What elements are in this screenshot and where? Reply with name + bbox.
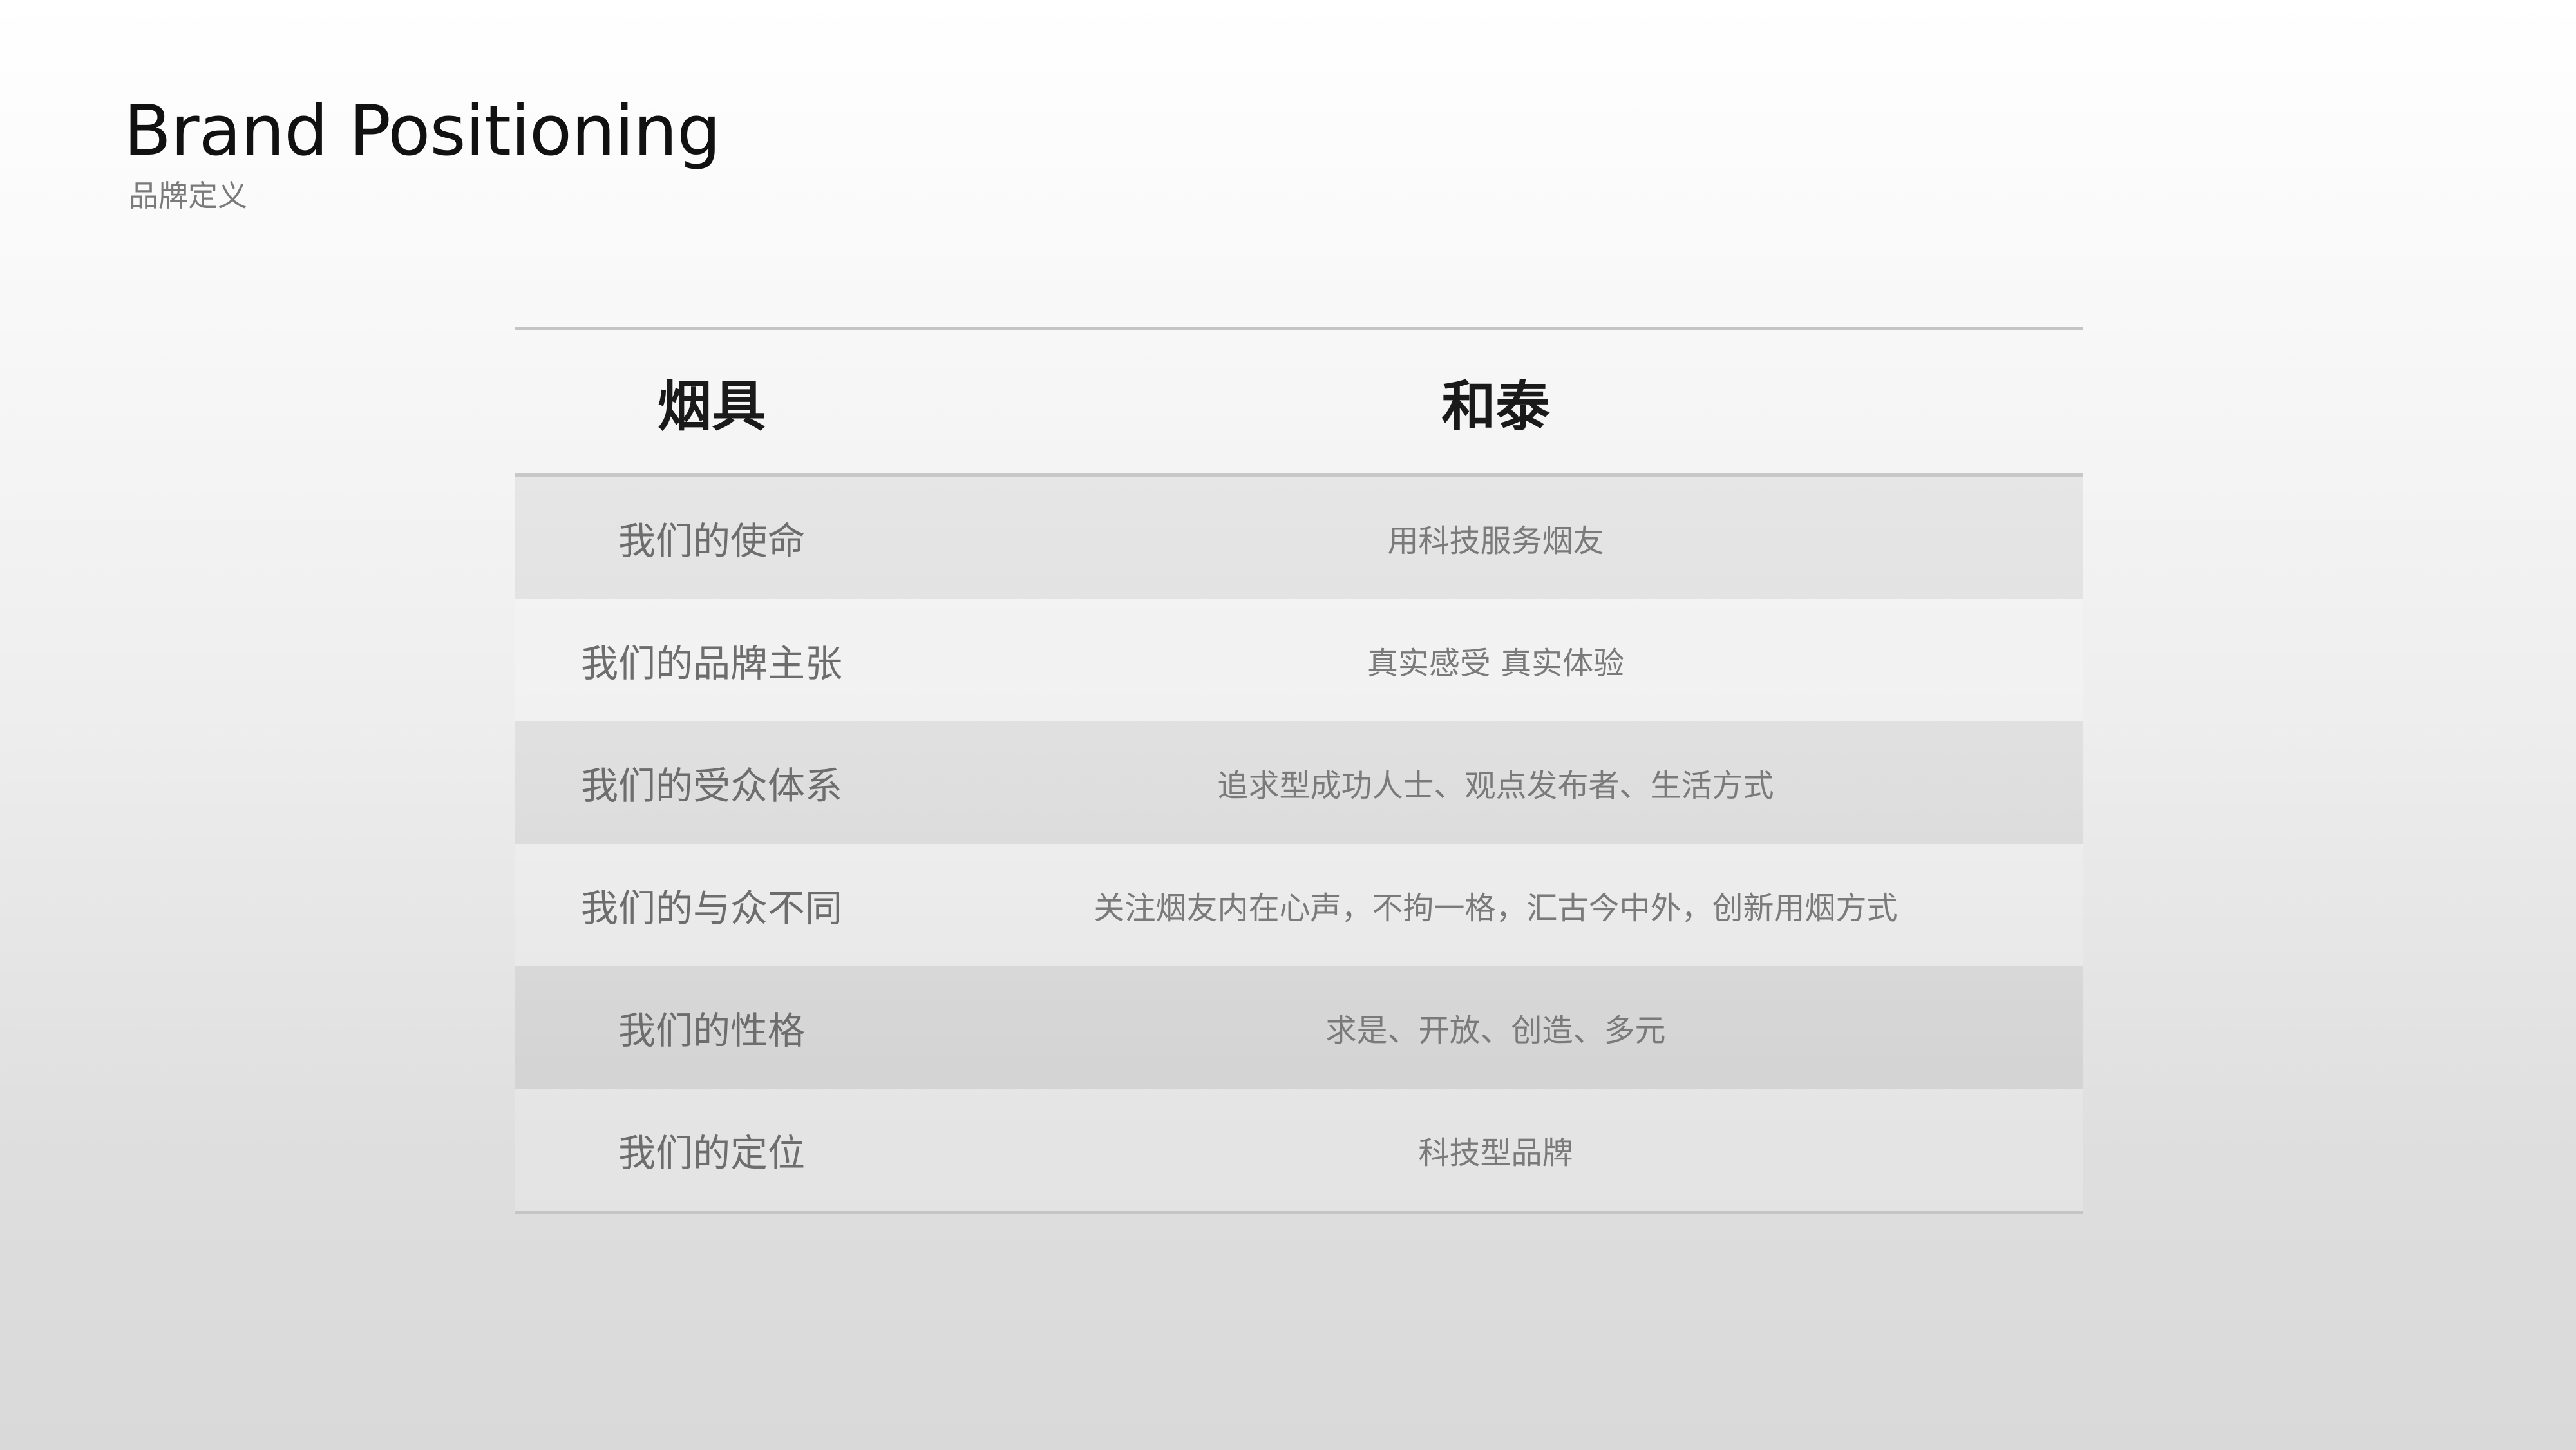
table-row: 我们的使命 用科技服务烟友	[515, 477, 2083, 599]
row-label: 我们的受众体系	[580, 764, 842, 808]
row-value: 追求型成功人士、观点发布者、生活方式	[1217, 768, 1774, 804]
table-row: 我们的品牌主张 真实感受 真实体验	[515, 599, 2083, 721]
row-value: 关注烟友内在心声，不拘一格，汇古今中外，创新用烟方式	[1094, 890, 1898, 926]
header-left: 烟具	[657, 374, 766, 438]
row-label: 我们的使命	[618, 519, 805, 563]
table-row: 我们的受众体系 追求型成功人士、观点发布者、生活方式	[515, 721, 2083, 844]
row-label: 我们的品牌主张	[580, 642, 842, 685]
page-title: Brand Positioning	[124, 91, 721, 171]
header-right: 和泰	[1441, 374, 1550, 438]
table-row: 我们的性格 求是、开放、创造、多元	[515, 966, 2083, 1089]
row-value: 用科技服务烟友	[1387, 523, 1604, 559]
page-subtitle: 品牌定义	[129, 178, 247, 213]
row-value: 求是、开放、创造、多元	[1325, 1013, 1666, 1049]
table-header: 烟具 和泰	[515, 330, 2083, 477]
row-label: 我们的性格	[618, 1009, 805, 1053]
row-label: 我们的与众不同	[580, 886, 842, 930]
row-value: 科技型品牌	[1418, 1135, 1573, 1171]
row-value: 真实感受 真实体验	[1367, 645, 1625, 682]
table-row: 我们的定位 科技型品牌	[515, 1089, 2083, 1211]
row-label: 我们的定位	[618, 1131, 805, 1175]
table-row: 我们的与众不同 关注烟友内在心声，不拘一格，汇古今中外，创新用烟方式	[515, 844, 2083, 966]
brand-table: 烟具 和泰 我们的使命 用科技服务烟友 我们的品牌主张 真实感受 真实体验 我们…	[515, 327, 2083, 1214]
